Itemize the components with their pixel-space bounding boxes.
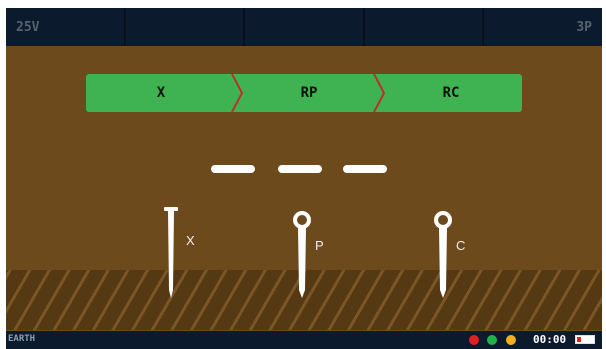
probe-p-stake-icon	[293, 211, 311, 298]
mode-label: EARTH	[8, 334, 36, 344]
yellow-indicator-icon	[506, 335, 516, 345]
probe-c-label: C	[456, 238, 466, 253]
probe-x-nail-icon	[164, 207, 178, 298]
battery-icon	[575, 335, 595, 344]
probe-c-stake-icon	[434, 211, 452, 298]
probe-p-label: P	[315, 238, 324, 253]
status-bar: EARTH 00:00	[6, 331, 602, 349]
probe-x-label: X	[186, 233, 195, 248]
tester-screen: 25V 3P X RP RC X P C EARTH 00:00	[6, 8, 602, 349]
red-indicator-icon	[469, 335, 479, 345]
green-indicator-icon	[487, 335, 497, 345]
battery-level	[577, 337, 581, 342]
clock: 00:00	[533, 333, 567, 346]
probe-diagram	[164, 207, 452, 298]
